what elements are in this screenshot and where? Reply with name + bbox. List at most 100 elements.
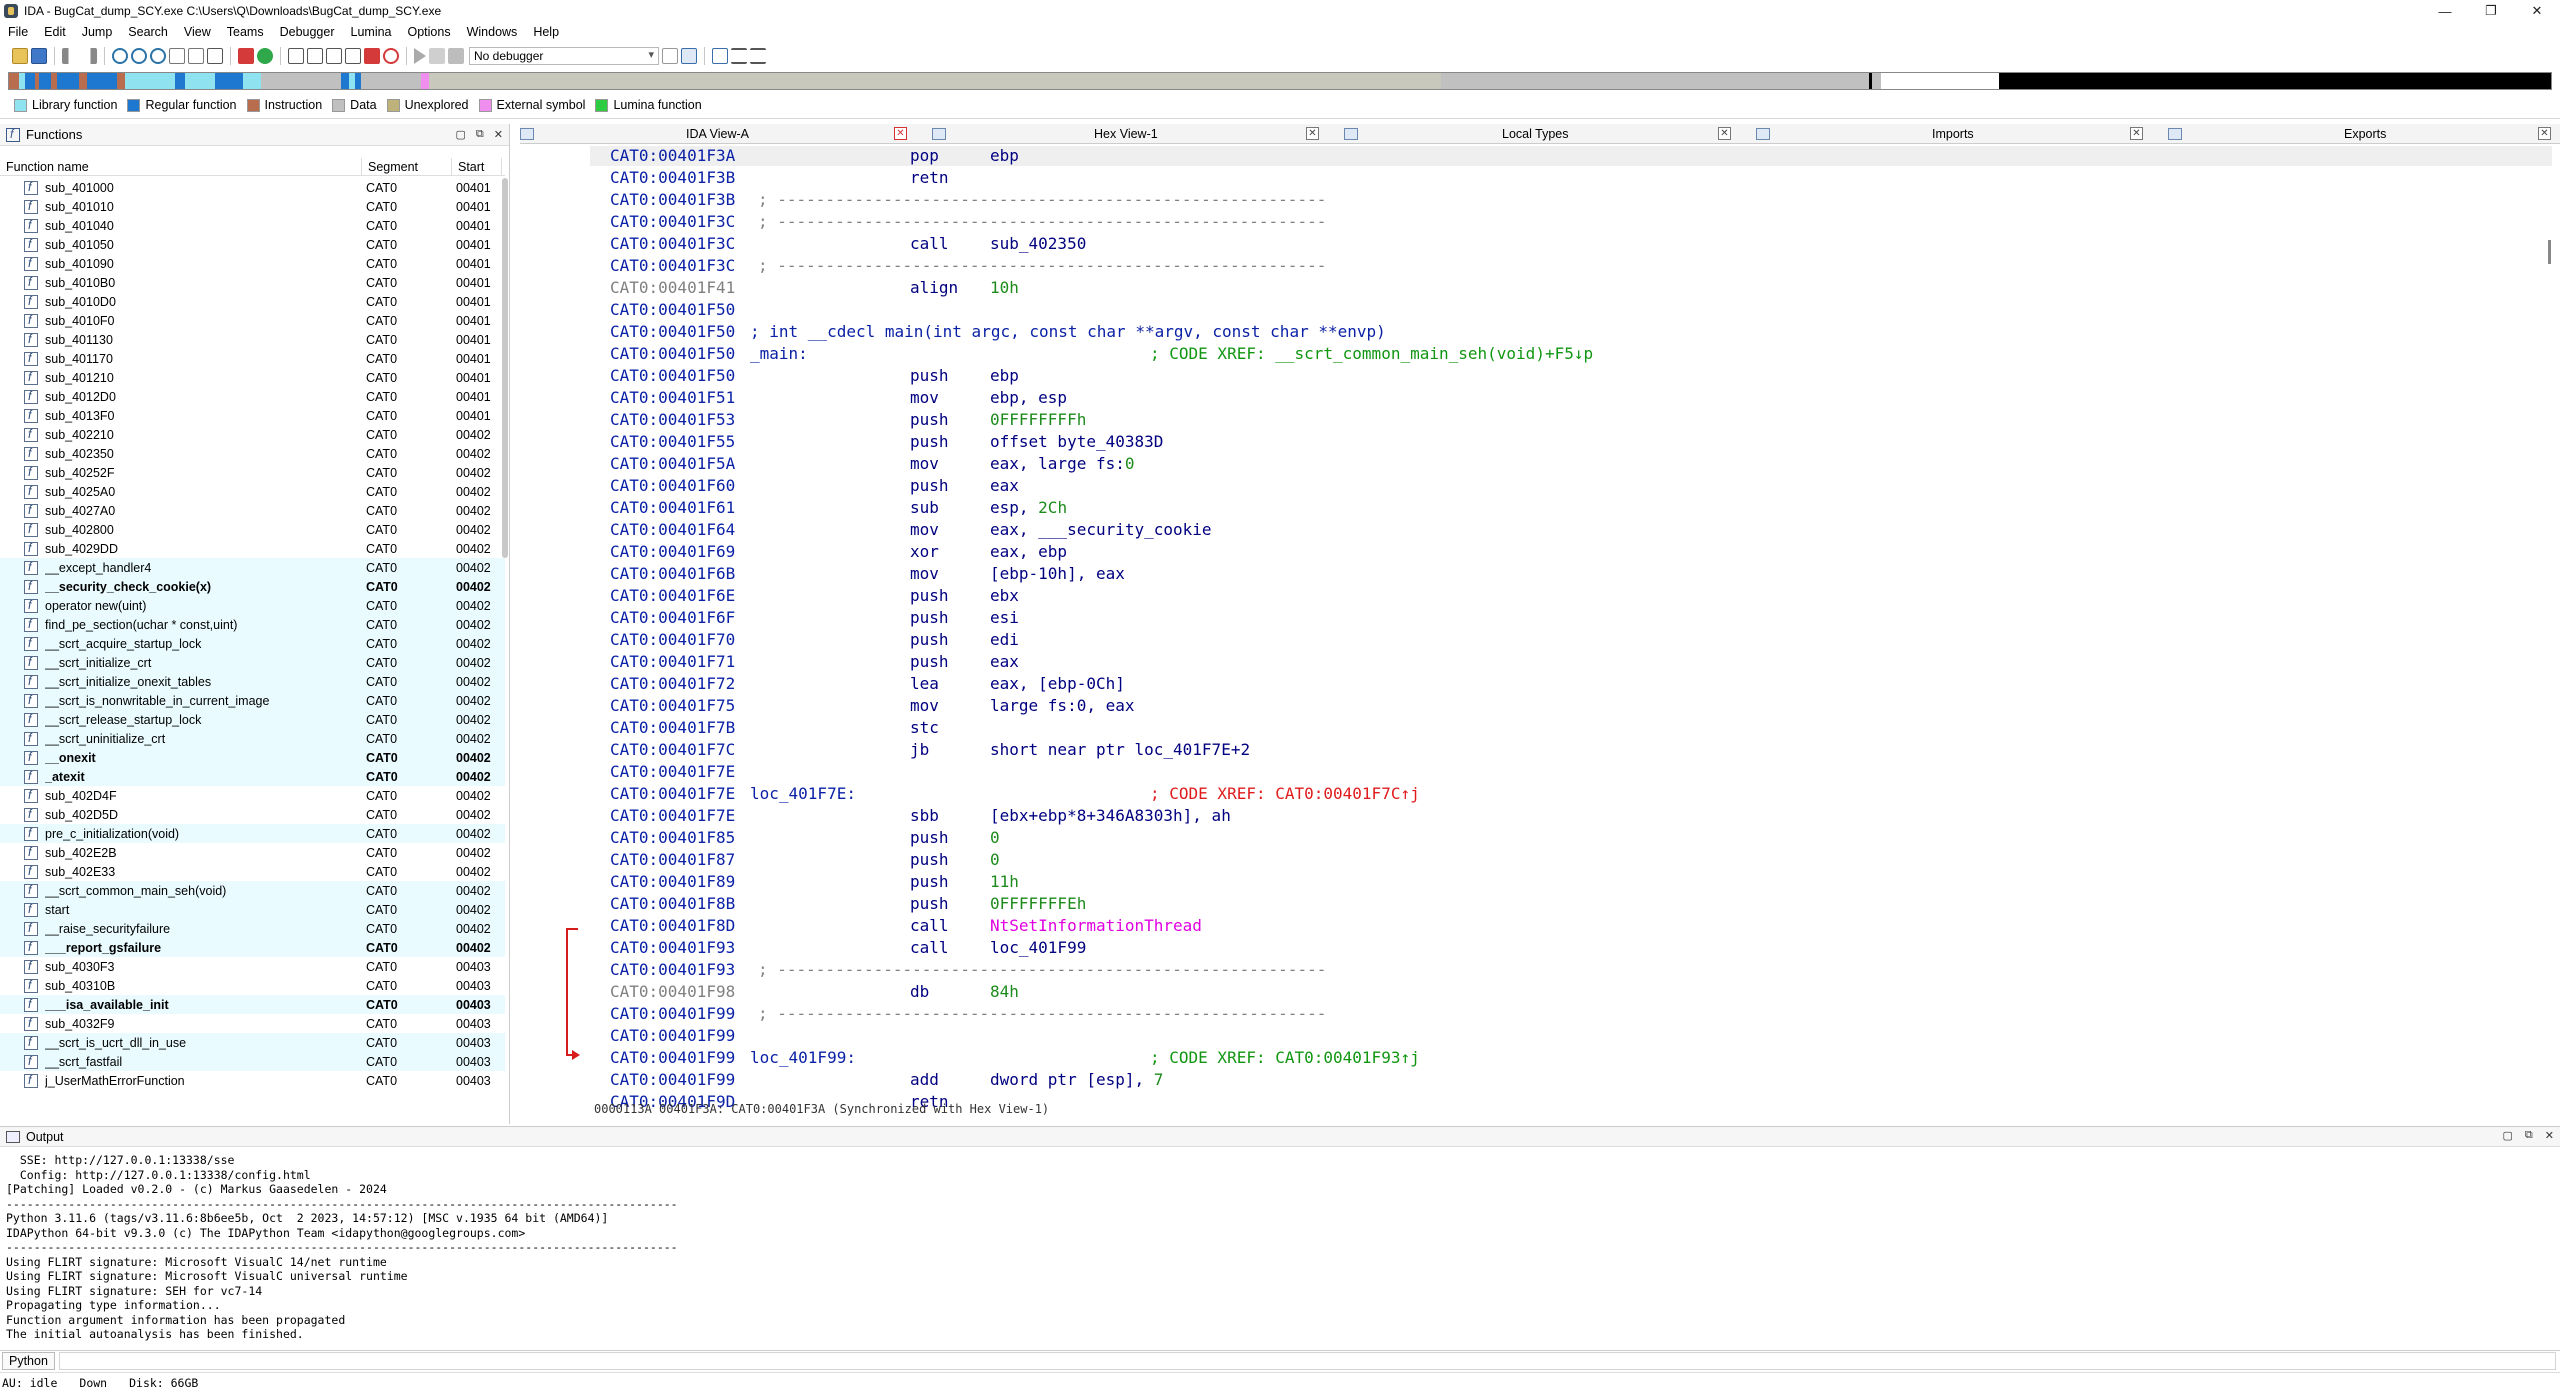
function-row[interactable]: sub_402350 CAT0 00402 <box>0 444 505 463</box>
function-row[interactable]: sub_402800 CAT0 00402 <box>0 520 505 539</box>
menu-debugger[interactable]: Debugger <box>272 25 343 39</box>
float-panel-icon[interactable]: ⧉ <box>2525 1129 2533 1142</box>
save-icon[interactable] <box>31 48 47 64</box>
function-row[interactable]: sub_402D4F CAT0 00402 <box>0 786 505 805</box>
undo-icon[interactable] <box>188 48 204 64</box>
function-row[interactable]: ___isa_available_init CAT0 00403 <box>0 995 505 1014</box>
function-row[interactable]: __scrt_initialize_onexit_tables CAT0 00402 <box>0 672 505 691</box>
function-row[interactable]: sub_4029DD CAT0 00402 <box>0 539 505 558</box>
function-row[interactable]: __scrt_uninitialize_crt CAT0 00402 <box>0 729 505 748</box>
menu-jump[interactable]: Jump <box>74 25 121 39</box>
back-arrow-icon[interactable] <box>62 48 78 64</box>
function-row[interactable]: sub_401010 CAT0 00401 <box>0 197 505 216</box>
menu-teams[interactable]: Teams <box>219 25 272 39</box>
function-row[interactable]: sub_4010B0 CAT0 00401 <box>0 273 505 292</box>
debugger-select[interactable]: No debugger <box>469 47 659 65</box>
function-row[interactable]: sub_4010D0 CAT0 00401 <box>0 292 505 311</box>
breakpoint-icon[interactable] <box>238 48 254 64</box>
sync-icon[interactable] <box>681 48 697 64</box>
indent-icon[interactable] <box>731 48 747 64</box>
menu-options[interactable]: Options <box>400 25 459 39</box>
function-row[interactable]: __scrt_fastfail CAT0 00403 <box>0 1052 505 1071</box>
function-row[interactable]: __scrt_is_ucrt_dll_in_use CAT0 00403 <box>0 1033 505 1052</box>
lumina-icon[interactable] <box>257 48 273 64</box>
function-row[interactable]: sub_401000 CAT0 00401 <box>0 178 505 197</box>
python-command-input[interactable] <box>58 1351 2556 1370</box>
close-window-button[interactable]: ✕ <box>2514 0 2560 22</box>
close-tab-icon[interactable]: ✕ <box>894 127 907 140</box>
names-icon[interactable] <box>307 48 323 64</box>
stop-debug-icon[interactable] <box>448 48 464 64</box>
navigation-band[interactable] <box>8 72 2552 90</box>
function-row[interactable]: sub_4010F0 CAT0 00401 <box>0 311 505 330</box>
menu-lumina[interactable]: Lumina <box>343 25 400 39</box>
structures-icon[interactable] <box>345 48 361 64</box>
column-start[interactable]: Start <box>452 158 502 175</box>
function-row[interactable]: sub_402E2B CAT0 00402 <box>0 843 505 862</box>
strings-icon[interactable] <box>326 48 342 64</box>
function-row[interactable]: sub_40310B CAT0 00403 <box>0 976 505 995</box>
function-row[interactable]: sub_401050 CAT0 00401 <box>0 235 505 254</box>
close-panel-icon[interactable]: ✕ <box>494 128 503 141</box>
function-row[interactable]: sub_4027A0 CAT0 00402 <box>0 501 505 520</box>
function-row[interactable]: __security_check_cookie(x) CAT0 00402 <box>0 577 505 596</box>
tab-imports[interactable]: Imports ✕ <box>1756 124 2166 144</box>
function-row[interactable]: pre_c_initialization(void) CAT0 00402 <box>0 824 505 843</box>
function-row[interactable]: sub_40252F CAT0 00402 <box>0 463 505 482</box>
function-row[interactable]: sub_402D5D CAT0 00402 <box>0 805 505 824</box>
function-row[interactable]: sub_4032F9 CAT0 00403 <box>0 1014 505 1033</box>
close-tab-icon[interactable]: ✕ <box>1306 127 1319 140</box>
function-row[interactable]: sub_401040 CAT0 00401 <box>0 216 505 235</box>
open-file-icon[interactable] <box>12 48 28 64</box>
menu-view[interactable]: View <box>176 25 219 39</box>
minimize-button[interactable]: — <box>2422 0 2468 22</box>
patch-icon[interactable] <box>364 48 380 64</box>
function-row[interactable]: find_pe_section(uchar * const,uint) CAT0 0… <box>0 615 505 634</box>
menu-edit[interactable]: Edit <box>36 25 74 39</box>
function-row[interactable]: sub_401170 CAT0 00401 <box>0 349 505 368</box>
restore-panel-icon[interactable]: ▢ <box>456 128 466 141</box>
close-tab-icon[interactable]: ✕ <box>1718 127 1731 140</box>
function-row[interactable]: sub_401090 CAT0 00401 <box>0 254 505 273</box>
pause-icon[interactable] <box>429 48 445 64</box>
attach-icon[interactable] <box>662 48 678 64</box>
menu-help[interactable]: Help <box>525 25 567 39</box>
function-row[interactable]: __scrt_is_nonwritable_in_current_image CA… <box>0 691 505 710</box>
graph-icon[interactable] <box>112 48 128 64</box>
function-row[interactable]: __scrt_acquire_startup_lock CAT0 00402 <box>0 634 505 653</box>
tab-local-types[interactable]: Local Types ✕ <box>1344 124 1754 144</box>
function-row[interactable]: sub_4013F0 CAT0 00401 <box>0 406 505 425</box>
function-row[interactable]: start CAT0 00402 <box>0 900 505 919</box>
column-segment[interactable]: Segment <box>362 158 452 175</box>
function-row[interactable]: ___report_gsfailure CAT0 00402 <box>0 938 505 957</box>
function-row[interactable]: __raise_securityfailure CAT0 00402 <box>0 919 505 938</box>
tab-exports[interactable]: Exports ✕ <box>2168 124 2558 144</box>
function-row[interactable]: sub_401210 CAT0 00401 <box>0 368 505 387</box>
segments-icon[interactable] <box>288 48 304 64</box>
function-row[interactable]: sub_4012D0 CAT0 00401 <box>0 387 505 406</box>
close-panel-icon[interactable]: ✕ <box>2545 1129 2554 1142</box>
menu-windows[interactable]: Windows <box>459 25 526 39</box>
disassembly-view[interactable]: •CAT0:00401F3Apopebp•CAT0:00401F3BretnCA… <box>590 146 2552 1118</box>
function-row[interactable]: _atexit CAT0 00402 <box>0 767 505 786</box>
maximize-button[interactable]: ❐ <box>2468 0 2514 22</box>
function-row[interactable]: sub_402E33 CAT0 00402 <box>0 862 505 881</box>
function-row[interactable]: __onexit CAT0 00402 <box>0 748 505 767</box>
function-row[interactable]: sub_4025A0 CAT0 00402 <box>0 482 505 501</box>
function-row[interactable]: __except_handler4 CAT0 00402 <box>0 558 505 577</box>
copy-icon[interactable] <box>169 48 185 64</box>
python-language-button[interactable]: Python <box>2 1351 55 1370</box>
list-icon[interactable] <box>712 48 728 64</box>
function-row[interactable]: __scrt_release_startup_lock CAT0 00402 <box>0 710 505 729</box>
function-row[interactable]: sub_4030F3 CAT0 00403 <box>0 957 505 976</box>
function-row[interactable]: __scrt_initialize_crt CAT0 00402 <box>0 653 505 672</box>
functions-scrollbar[interactable] <box>502 178 508 558</box>
xrefs-icon[interactable] <box>150 48 166 64</box>
function-row[interactable]: j_UserMathErrorFunction CAT0 00403 <box>0 1071 505 1090</box>
tab-hex-view-1[interactable]: Hex View-1 ✕ <box>932 124 1342 144</box>
text-icon[interactable] <box>207 48 223 64</box>
function-row[interactable]: sub_402210 CAT0 00402 <box>0 425 505 444</box>
column-function-name[interactable]: Function name <box>0 158 362 175</box>
run-icon[interactable] <box>414 48 426 64</box>
restore-panel-icon[interactable]: ▢ <box>2503 1129 2513 1142</box>
